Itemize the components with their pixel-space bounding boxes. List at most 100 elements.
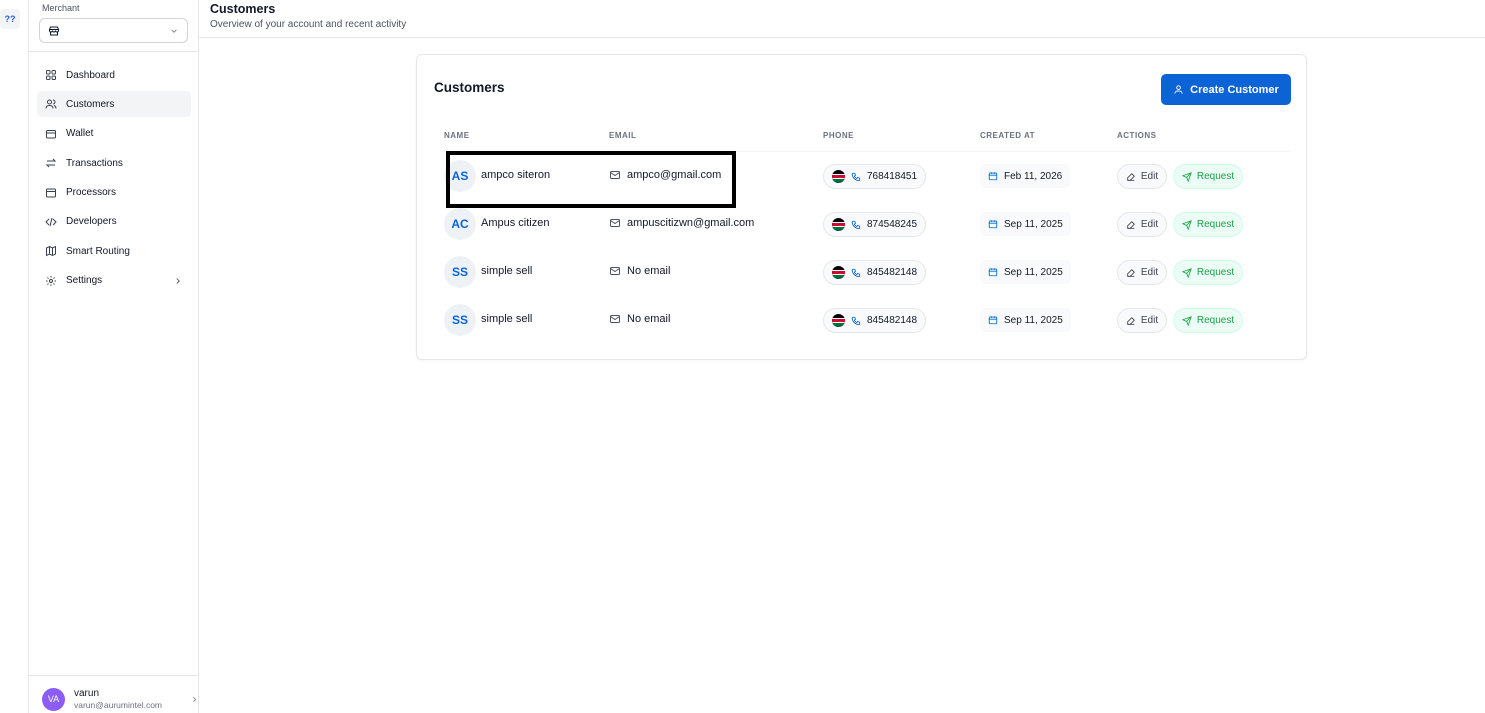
phone-icon bbox=[851, 172, 861, 181]
page-title: Customers bbox=[210, 2, 276, 16]
kenya-flag-icon bbox=[832, 314, 845, 327]
send-icon bbox=[1181, 171, 1192, 182]
card-title: Customers bbox=[434, 80, 505, 95]
customer-phone-text: 768418451 bbox=[867, 171, 918, 182]
column-header-created: CREATED AT bbox=[980, 131, 1036, 140]
chevron-down-icon bbox=[171, 29, 177, 33]
column-header-actions: ACTIONS bbox=[1117, 131, 1157, 140]
users-icon bbox=[45, 99, 57, 109]
edit-icon bbox=[1127, 268, 1135, 277]
customers-card: Customers Create Customer NAME EMAIL PHO… bbox=[416, 54, 1307, 360]
customer-created-text: Sep 11, 2025 bbox=[1004, 266, 1063, 278]
sidebar-item-label: Smart Routing bbox=[66, 245, 130, 257]
map-icon bbox=[46, 246, 56, 257]
customer-phone: 768418451 bbox=[823, 164, 927, 189]
code-icon bbox=[45, 217, 57, 227]
phone-icon bbox=[851, 220, 861, 229]
customer-phone: 845482148 bbox=[823, 308, 927, 333]
kenya-flag-icon bbox=[832, 170, 845, 183]
sidebar-item-label: Settings bbox=[66, 275, 103, 287]
customer-email: ampuscitizwn@gmail.com bbox=[609, 217, 754, 229]
customer-created-text: Feb 11, 2026 bbox=[1004, 170, 1063, 182]
customer-phone-text: 845482148 bbox=[867, 315, 918, 326]
customer-email: No email bbox=[609, 265, 670, 277]
edit-label: Edit bbox=[1140, 171, 1159, 182]
request-button[interactable]: Request bbox=[1173, 260, 1243, 285]
send-icon bbox=[1181, 267, 1192, 278]
customer-created-at: Sep 11, 2025 bbox=[980, 260, 1071, 284]
sidebar: Merchant Dashboard Customers Wallet Tran… bbox=[29, 0, 199, 713]
kenya-flag-icon bbox=[832, 266, 845, 279]
chevron-right-icon bbox=[193, 696, 197, 703]
customer-created-at: Sep 11, 2025 bbox=[980, 308, 1071, 332]
merchant-label: Merchant bbox=[42, 3, 80, 13]
request-label: Request bbox=[1196, 315, 1235, 326]
merchant-select[interactable] bbox=[39, 18, 188, 43]
sidebar-item-customers[interactable]: Customers bbox=[37, 91, 191, 118]
column-header-name: NAME bbox=[444, 131, 470, 140]
request-button[interactable]: Request bbox=[1173, 212, 1243, 237]
wallet-icon bbox=[46, 129, 56, 139]
edit-label: Edit bbox=[1140, 315, 1159, 326]
edit-button[interactable]: Edit bbox=[1117, 164, 1167, 189]
edit-label: Edit bbox=[1140, 267, 1159, 278]
user-menu[interactable]: VA varun varun@aurumintel.com bbox=[42, 687, 197, 713]
sidebar-item-label: Dashboard bbox=[66, 69, 115, 81]
request-label: Request bbox=[1196, 267, 1235, 278]
sidebar-item-label: Wallet bbox=[66, 128, 94, 140]
customer-name: Ampus citizen bbox=[481, 217, 550, 229]
mail-icon bbox=[610, 219, 620, 227]
app-switcher-icon[interactable]: ?? bbox=[0, 9, 20, 29]
customer-phone-text: 874548245 bbox=[867, 219, 918, 230]
sidebar-item-processors[interactable]: Processors bbox=[37, 180, 191, 206]
edit-icon bbox=[1127, 220, 1135, 229]
send-icon bbox=[1181, 315, 1192, 326]
customer-phone-text: 845482148 bbox=[867, 267, 918, 278]
table-row: SS simple sell No email 845482148 Sep 11… bbox=[417, 296, 1306, 344]
send-icon bbox=[1181, 219, 1192, 230]
edit-button[interactable]: Edit bbox=[1117, 212, 1167, 237]
sidebar-item-label: Customers bbox=[66, 98, 115, 110]
column-header-email: EMAIL bbox=[609, 131, 637, 140]
sidebar-item-wallet[interactable]: Wallet bbox=[37, 121, 191, 147]
user-icon bbox=[1174, 85, 1183, 94]
processor-icon bbox=[46, 188, 56, 198]
edit-icon bbox=[1127, 316, 1135, 325]
request-label: Request bbox=[1196, 171, 1235, 182]
mail-icon bbox=[610, 171, 620, 179]
sidebar-item-settings[interactable]: Settings bbox=[37, 268, 191, 294]
edit-button[interactable]: Edit bbox=[1117, 308, 1167, 333]
customer-avatar: AC bbox=[444, 208, 476, 240]
customer-avatar: SS bbox=[444, 304, 476, 336]
sidebar-item-developers[interactable]: Developers bbox=[37, 209, 191, 235]
create-customer-label: Create Customer bbox=[1190, 83, 1279, 96]
customer-name: ampco siteron bbox=[481, 169, 551, 181]
customer-created-text: Sep 11, 2025 bbox=[1004, 218, 1063, 230]
gear-icon bbox=[46, 275, 56, 286]
customer-email-text: ampuscitizwn@gmail.com bbox=[627, 217, 755, 229]
grid-icon bbox=[46, 70, 56, 80]
phone-icon bbox=[851, 268, 861, 277]
table-row: SS simple sell No email 845482148 Sep 11… bbox=[417, 248, 1306, 296]
phone-icon bbox=[851, 316, 861, 325]
sidebar-item-label: Transactions bbox=[66, 157, 123, 169]
mail-icon bbox=[610, 267, 620, 275]
sidebar-divider bbox=[29, 675, 199, 676]
sidebar-item-transactions[interactable]: Transactions bbox=[37, 150, 191, 176]
request-button[interactable]: Request bbox=[1173, 308, 1243, 333]
calendar-icon bbox=[988, 268, 998, 277]
header-divider bbox=[199, 37, 1485, 38]
customer-avatar: AS bbox=[444, 160, 476, 192]
customer-name: simple sell bbox=[481, 265, 533, 277]
edit-button[interactable]: Edit bbox=[1117, 260, 1167, 285]
customer-email-text: ampco@gmail.com bbox=[627, 169, 722, 181]
kenya-flag-icon bbox=[832, 218, 845, 231]
edit-label: Edit bbox=[1140, 219, 1159, 230]
sidebar-item-dashboard[interactable]: Dashboard bbox=[37, 62, 191, 88]
calendar-icon bbox=[988, 172, 998, 181]
request-label: Request bbox=[1196, 219, 1235, 230]
sidebar-item-smart-routing[interactable]: Smart Routing bbox=[37, 238, 191, 264]
request-button[interactable]: Request bbox=[1173, 164, 1243, 189]
customer-phone: 874548245 bbox=[823, 212, 927, 237]
create-customer-button[interactable]: Create Customer bbox=[1161, 74, 1291, 105]
